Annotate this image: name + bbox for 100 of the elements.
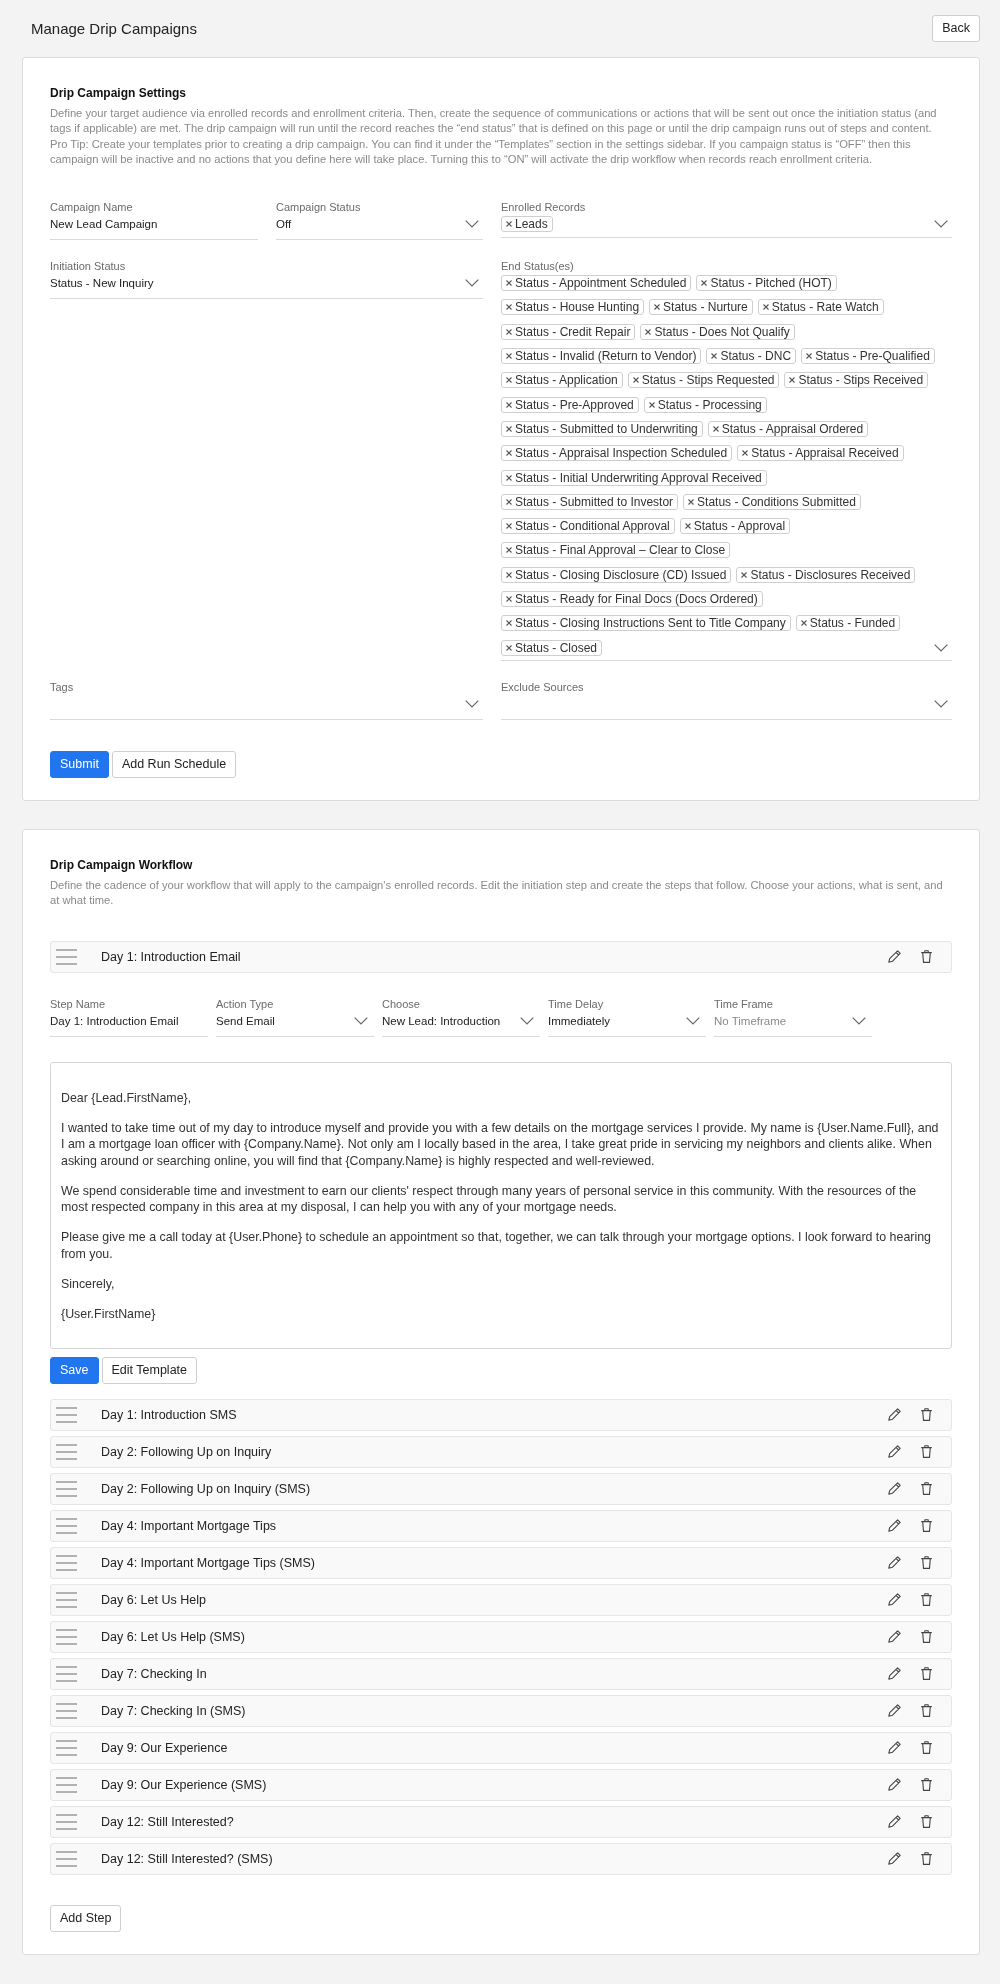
close-icon[interactable] — [506, 596, 512, 603]
trash-icon[interactable] — [921, 1482, 932, 1496]
step-row[interactable]: Day 12: Still Interested? — [50, 1805, 952, 1838]
tag-chip[interactable]: Status - Approval — [679, 518, 791, 535]
pencil-icon[interactable] — [888, 1482, 901, 1496]
secondary-button[interactable]: Add Run Schedule — [111, 751, 237, 779]
tag-chip[interactable]: Leads — [501, 216, 553, 233]
tag-chip[interactable]: Status - Pre-Qualified — [801, 348, 935, 365]
step-row[interactable]: Day 1: Introduction SMS — [50, 1398, 952, 1431]
trash-icon[interactable] — [921, 1815, 932, 1829]
pencil-icon[interactable] — [888, 1741, 901, 1755]
tag-chip[interactable]: Status - Closed — [501, 639, 603, 656]
close-icon[interactable] — [506, 377, 512, 384]
trash-icon[interactable] — [921, 1667, 932, 1681]
trash-icon[interactable] — [921, 1593, 932, 1607]
close-icon[interactable] — [762, 304, 769, 311]
pencil-icon[interactable] — [888, 1852, 901, 1866]
step-row[interactable]: Day 4: Important Mortgage Tips (SMS) — [50, 1546, 952, 1579]
tag-chip[interactable]: Status - Rate Watch — [757, 299, 884, 316]
text-field[interactable]: Day 1: Introduction Email — [50, 1012, 208, 1037]
tag-chip[interactable]: Status - Does Not Qualify — [640, 323, 795, 340]
tag-chip[interactable]: Status - Conditional Approval — [501, 518, 675, 535]
close-icon[interactable] — [688, 498, 695, 505]
close-icon[interactable] — [806, 353, 813, 360]
email-editor[interactable] — [50, 1061, 952, 1349]
dropdown-field[interactable]: Status - New Inquiry — [50, 275, 483, 300]
pencil-icon[interactable] — [888, 1667, 901, 1681]
close-icon[interactable] — [711, 353, 718, 360]
tag-chip[interactable]: Status - Ready for Final Docs (Docs Ordered) — [501, 591, 763, 608]
trash-icon[interactable] — [921, 1445, 932, 1459]
pencil-icon[interactable] — [888, 950, 901, 964]
step-row[interactable]: Day 7: Checking In (SMS) — [50, 1694, 952, 1727]
pencil-icon[interactable] — [888, 1519, 901, 1533]
pencil-icon[interactable] — [888, 1630, 901, 1644]
primary-button[interactable]: Save — [50, 1356, 99, 1384]
trash-icon[interactable] — [921, 950, 932, 964]
tag-chip[interactable]: Status - Disclosures Received — [736, 566, 916, 583]
trash-icon[interactable] — [921, 1741, 932, 1755]
dropdown-field[interactable]: Send Email — [216, 1012, 374, 1037]
tag-chip[interactable]: Status - DNC — [706, 348, 797, 365]
close-icon[interactable] — [684, 523, 691, 530]
secondary-button[interactable]: Edit Template — [101, 1356, 197, 1384]
close-icon[interactable] — [506, 280, 512, 287]
close-icon[interactable] — [506, 547, 512, 554]
tag-chip[interactable]: Status - Submitted to Investor — [501, 493, 679, 510]
pencil-icon[interactable] — [888, 1556, 901, 1570]
close-icon[interactable] — [506, 474, 512, 481]
close-icon[interactable] — [632, 377, 639, 384]
trash-icon[interactable] — [921, 1630, 932, 1644]
pencil-icon[interactable] — [888, 1815, 901, 1829]
close-icon[interactable] — [701, 280, 708, 287]
close-icon[interactable] — [506, 450, 512, 457]
tag-chip[interactable]: Status - Processing — [643, 396, 767, 413]
multi-select-field[interactable]: Leads — [501, 216, 952, 238]
close-icon[interactable] — [506, 353, 512, 360]
close-icon[interactable] — [741, 571, 748, 578]
primary-button[interactable]: Submit — [50, 751, 109, 779]
pencil-icon[interactable] — [888, 1778, 901, 1792]
step-row[interactable]: Day 1: Introduction Email — [50, 940, 952, 973]
step-row[interactable]: Day 9: Our Experience (SMS) — [50, 1768, 952, 1801]
text-field[interactable]: New Lead Campaign — [50, 216, 258, 241]
tag-chip[interactable]: Status - Closing Instructions Sent to Title Company — [501, 615, 791, 632]
close-icon[interactable] — [506, 620, 512, 627]
trash-icon[interactable] — [921, 1852, 932, 1866]
pencil-icon[interactable] — [888, 1445, 901, 1459]
trash-icon[interactable] — [921, 1778, 932, 1792]
tag-chip[interactable]: Status - Appraisal Received — [737, 445, 904, 462]
step-row[interactable]: Day 6: Let Us Help (SMS) — [50, 1620, 952, 1653]
tag-chip[interactable]: Status - Pre-Approved — [501, 396, 639, 413]
tag-chip[interactable]: Status - Application — [501, 372, 623, 389]
step-row[interactable]: Day 9: Our Experience — [50, 1731, 952, 1764]
close-icon[interactable] — [800, 620, 807, 627]
close-icon[interactable] — [506, 401, 512, 408]
dropdown-field[interactable]: No Timeframe — [714, 1012, 872, 1037]
tag-chip[interactable]: Status - Invalid (Return to Vendor) — [501, 348, 702, 365]
tag-chip[interactable]: Status - Conditions Submitted — [683, 493, 861, 510]
tag-chip[interactable]: Status - Initial Underwriting Approval Received — [501, 469, 767, 486]
step-row[interactable]: Day 2: Following Up on Inquiry — [50, 1435, 952, 1468]
close-icon[interactable] — [645, 328, 652, 335]
tag-chip[interactable]: Status - Credit Repair — [501, 323, 636, 340]
tag-chip[interactable]: Status - Stips Received — [784, 372, 929, 389]
close-icon[interactable] — [506, 498, 512, 505]
back-button[interactable]: Back — [932, 15, 980, 42]
close-icon[interactable] — [506, 304, 512, 311]
close-icon[interactable] — [648, 401, 655, 408]
dropdown-field[interactable]: Off — [276, 216, 483, 241]
close-icon[interactable] — [712, 425, 719, 432]
close-icon[interactable] — [506, 571, 512, 578]
step-row[interactable]: Day 7: Checking In — [50, 1657, 952, 1690]
pencil-icon[interactable] — [888, 1704, 901, 1718]
step-row[interactable]: Day 6: Let Us Help — [50, 1583, 952, 1616]
tag-chip[interactable]: Status - Appointment Scheduled — [501, 275, 692, 292]
step-row[interactable]: Day 12: Still Interested? (SMS) — [50, 1842, 952, 1875]
dropdown-field[interactable]: New Lead: Introduction — [382, 1012, 540, 1037]
add-step-button[interactable]: Add Step — [50, 1904, 122, 1932]
tag-chip[interactable]: Status - Final Approval – Clear to Close — [501, 542, 731, 559]
close-icon[interactable] — [506, 425, 512, 432]
tag-chip[interactable]: Status - House Hunting — [501, 299, 645, 316]
trash-icon[interactable] — [921, 1556, 932, 1570]
tag-chip[interactable]: Status - Appraisal Ordered — [707, 420, 869, 437]
